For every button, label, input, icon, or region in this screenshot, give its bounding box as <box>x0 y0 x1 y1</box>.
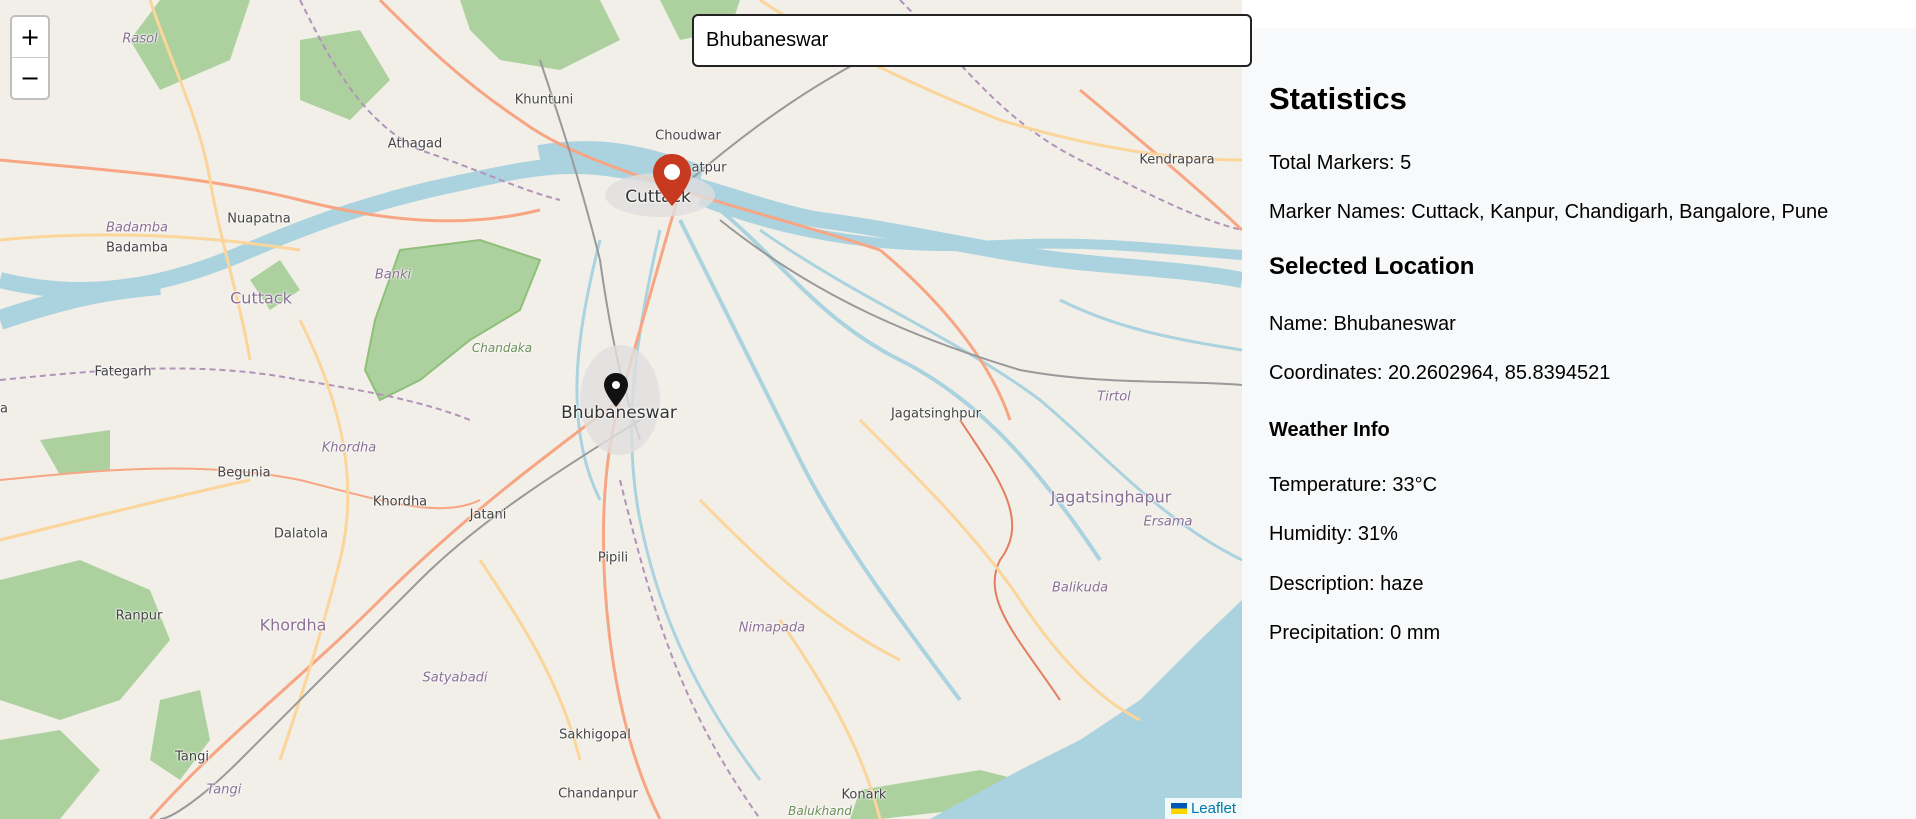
map-attribution[interactable]: Leaflet <box>1164 798 1242 819</box>
map-label-ranpur: Ranpur <box>115 608 163 624</box>
map-label-a: a <box>0 401 8 417</box>
selected-name-text: Name: Bhubaneswar <box>1269 313 1456 335</box>
map-pin-black-icon[interactable] <box>602 372 630 408</box>
zoom-in-button[interactable]: + <box>12 17 48 57</box>
map-label-sakhigopal: Sakhigopal <box>559 727 631 743</box>
sidebar-top-strip <box>1242 0 1916 29</box>
map-label-jagatsinghpur: Jagatsinghpur <box>890 406 982 422</box>
map-label-pipili: Pipili <box>597 550 629 566</box>
map-label-tirtol: Tirtol <box>1097 389 1131 405</box>
selected-coordinates-text: Coordinates: 20.2602964, 85.8394521 <box>1269 362 1611 384</box>
selected-location-heading: Selected Location <box>1269 253 1475 280</box>
map-label-ersama: Ersama <box>1143 514 1193 530</box>
info-sidebar: Statistics Total Markers: 5 Marker Names… <box>1242 28 1916 819</box>
map-label-kendrapara: Kendrapara <box>1139 152 1215 168</box>
map-label-khordha: Khordha <box>372 494 428 510</box>
map-label-jagatsinghapur: Jagatsinghapur <box>1050 487 1172 507</box>
map-label-jatani: Jatani <box>469 507 507 523</box>
map-label-balukhand: Balukhand <box>788 804 852 818</box>
map-label-khordha-region: Khordha <box>321 440 377 456</box>
map-label-khuntuni: Khuntuni <box>514 92 574 108</box>
map-label-nimapada: Nimapada <box>738 620 806 636</box>
temperature-text: Temperature: 33°C <box>1269 474 1438 496</box>
description-text: Description: haze <box>1269 573 1424 595</box>
map-label-choudwar: Choudwar <box>655 128 721 144</box>
ukraine-flag-icon <box>1170 803 1187 814</box>
app-page: Rasol Khuntuni Choudwar Athagad atpur Cu… <box>0 0 1916 819</box>
total-markers-text: Total Markers: 5 <box>1269 152 1412 174</box>
map-label-konark: Konark <box>841 787 887 803</box>
map-label-satyabadi: Satyabadi <box>422 670 488 686</box>
location-search-input[interactable] <box>692 14 1252 67</box>
map-label-atpur: atpur <box>691 160 727 176</box>
map-pin-red-icon[interactable] <box>651 152 693 208</box>
map-label-athagad: Athagad <box>387 136 443 152</box>
map-label-tangi: Tangi <box>175 749 209 765</box>
map-label-chandanpur: Chandanpur <box>558 786 638 802</box>
weather-info-heading: Weather Info <box>1269 419 1390 441</box>
map-label-badamba: Badamba <box>106 240 168 256</box>
map-label-tangi-region: Tangi <box>206 782 242 798</box>
map-label-fategarh: Fategarh <box>94 364 152 380</box>
map-label-dalatola: Dalatola <box>273 526 329 542</box>
leaflet-link[interactable]: Leaflet <box>1191 800 1236 817</box>
humidity-text: Humidity: 31% <box>1269 523 1398 545</box>
map-label-rasol: Rasol <box>122 31 158 47</box>
map-label-banki: Banki <box>374 267 412 283</box>
map-label-nuapatna: Nuapatna <box>227 211 291 227</box>
map-label-begunia: Begunia <box>217 465 271 481</box>
precipitation-text: Precipitation: 0 mm <box>1269 622 1441 644</box>
map-label-badamba-region: Badamba <box>106 220 168 236</box>
map-label-cuttack-district: Cuttack <box>230 288 292 308</box>
zoom-control: + − <box>10 15 50 100</box>
map-label-balikuda: Balikuda <box>1051 580 1109 596</box>
marker-names-text: Marker Names: Cuttack, Kanpur, Chandigar… <box>1269 201 1829 223</box>
map-view[interactable]: Rasol Khuntuni Choudwar Athagad atpur Cu… <box>0 0 1242 819</box>
zoom-out-button[interactable]: − <box>12 57 48 98</box>
statistics-heading: Statistics <box>1269 81 1407 116</box>
map-label-chandaka: Chandaka <box>471 341 533 355</box>
map-label-khordha-district: Khordha <box>259 615 327 635</box>
